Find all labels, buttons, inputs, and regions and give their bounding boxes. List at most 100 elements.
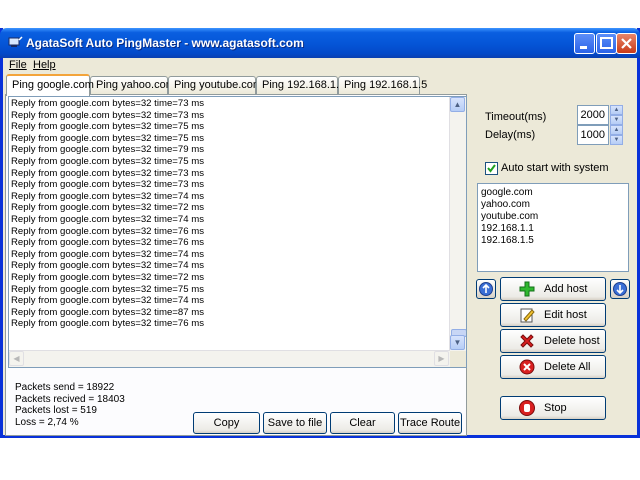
menu-help-label: Help [33,59,56,71]
packets-received: Packets recived = 18403 [15,393,125,405]
host-list[interactable]: google.com yahoo.com youtube.com 192.168… [477,183,629,272]
menu-file-label: File [9,59,27,71]
app-icon [8,36,23,47]
trace-route-button[interactable]: Trace Route [398,412,462,434]
log-line: Reply from google.com bytes=32 time=74 m… [11,213,205,225]
scroll-left-icon[interactable]: ◀ [9,351,24,366]
scroll-right-icon[interactable]: ▶ [434,351,449,366]
packet-stats: Packets send = 18922 Packets recived = 1… [15,382,125,428]
arrow-down-icon [613,282,627,296]
log-line: Reply from google.com bytes=32 time=74 m… [11,190,205,202]
tab-label: Ping 192.168.1.5 [344,79,428,91]
log-line: Reply from google.com bytes=32 time=79 m… [11,144,205,156]
log-line: Reply from google.com bytes=32 time=75 m… [11,121,205,133]
menu-file[interactable]: File [9,59,27,71]
checkmark-icon [487,164,496,173]
spin-up-icon[interactable]: ▲ [610,105,623,115]
log-lines: Reply from google.com bytes=32 time=73 m… [11,98,204,330]
scroll-down-icon[interactable]: ▼ [450,335,465,350]
delete-host-button[interactable]: Delete host [500,329,606,353]
log-line: Reply from google.com bytes=32 time=73 m… [11,167,205,179]
stop-button[interactable]: Stop [500,396,606,420]
menu-bar: File Help [3,58,637,74]
delete-all-icon [519,359,535,375]
maximize-button[interactable] [596,33,617,54]
move-down-button[interactable] [610,279,630,299]
menu-help[interactable]: Help [33,59,56,71]
tab-label: Ping yahoo.com [96,79,175,91]
title-bar[interactable]: AgataSoft Auto PingMaster - www.agatasof… [0,28,640,58]
add-host-button[interactable]: Add host [500,277,606,301]
list-item[interactable]: youtube.com [481,211,538,222]
tab-ping-youtube[interactable]: Ping youtube.com [168,76,262,94]
auto-start-checkbox[interactable] [485,162,498,175]
close-button[interactable] [616,33,637,54]
delay-label: Delay(ms) [485,129,536,141]
save-to-file-button[interactable]: Save to file [263,412,327,434]
tab-label: Ping 192.168.1.1 [262,79,346,91]
log-line: Reply from google.com bytes=32 time=76 m… [11,237,205,249]
list-item[interactable]: yahoo.com [481,199,530,210]
log-line: Reply from google.com bytes=32 time=74 m… [11,260,205,272]
log-line: Reply from google.com bytes=32 time=72 m… [11,271,205,283]
delay-input[interactable]: 1000 [577,125,609,145]
scroll-up-icon[interactable]: ▲ [450,97,465,112]
log-line: Reply from google.com bytes=32 time=74 m… [11,248,205,260]
tab-ping-google[interactable]: Ping google.com [6,74,94,96]
stop-label: Stop [544,402,567,414]
maximize-icon [600,37,613,49]
move-up-button[interactable] [476,279,496,299]
auto-start-label[interactable]: Auto start with system [501,162,609,174]
copy-button[interactable]: Copy [193,412,260,434]
scroll-corner [450,351,466,367]
delete-all-label: Delete All [544,361,591,373]
timeout-input[interactable]: 2000 [577,105,609,125]
list-item[interactable]: 192.168.1.5 [481,235,534,246]
horizontal-scrollbar[interactable]: ◀ ▶ [9,350,450,367]
vertical-scrollbar[interactable]: ▲ ▼ [449,97,466,351]
log-line: Reply from google.com bytes=32 time=73 m… [11,98,205,109]
log-line: Reply from google.com bytes=32 time=73 m… [11,109,205,121]
minimize-icon [580,46,587,49]
log-line: Reply from google.com bytes=32 time=75 m… [11,155,205,167]
log-line: Reply from google.com bytes=32 time=75 m… [11,132,205,144]
list-item[interactable]: 192.168.1.1 [481,223,534,234]
ping-log[interactable]: Reply from google.com bytes=32 time=73 m… [8,96,467,368]
spin-up-icon[interactable]: ▲ [610,125,623,135]
log-line: Reply from google.com bytes=32 time=76 m… [11,318,205,330]
delete-host-label: Delete host [544,335,600,347]
tab-label: Ping google.com [12,79,94,91]
add-host-label: Add host [544,283,588,295]
spin-down-icon[interactable]: ▼ [610,135,623,145]
minimize-button[interactable] [574,33,595,54]
window-title: AgataSoft Auto PingMaster - www.agatasof… [26,36,304,50]
list-item[interactable]: google.com [481,187,533,198]
close-icon [621,38,632,49]
edit-host-button[interactable]: Edit host [500,303,606,327]
tab-label: Ping youtube.com [174,79,263,91]
log-line: Reply from google.com bytes=32 time=76 m… [11,225,205,237]
tab-ping-yahoo[interactable]: Ping yahoo.com [90,76,175,94]
log-line: Reply from google.com bytes=32 time=72 m… [11,202,205,214]
log-line: Reply from google.com bytes=32 time=87 m… [11,306,205,318]
stop-hand-icon [519,400,535,416]
packets-sent: Packets send = 18922 [15,382,115,393]
arrow-up-icon [479,282,493,296]
tab-ping-192-168-1-5[interactable]: Ping 192.168.1.5 [338,76,427,94]
edit-icon [520,308,535,323]
tab-ping-192-168-1-1[interactable]: Ping 192.168.1.1 [256,76,345,94]
spin-down-icon[interactable]: ▼ [610,115,623,125]
log-line: Reply from google.com bytes=32 time=73 m… [11,179,205,191]
plus-icon [519,281,535,297]
timeout-label: Timeout(ms) [485,111,547,123]
edit-host-label: Edit host [544,309,587,321]
log-line: Reply from google.com bytes=32 time=75 m… [11,283,205,295]
delete-all-button[interactable]: Delete All [500,355,606,379]
packet-loss: Loss = 2,74 % [15,416,79,428]
clear-button[interactable]: Clear [330,412,395,434]
delete-x-icon [520,334,534,348]
log-line: Reply from google.com bytes=32 time=74 m… [11,295,205,307]
timeout-spinner[interactable]: 2000 ▲ ▼ [577,105,625,125]
delay-spinner[interactable]: 1000 ▲ ▼ [577,125,625,145]
packets-lost: Packets lost = 519 [15,405,97,416]
